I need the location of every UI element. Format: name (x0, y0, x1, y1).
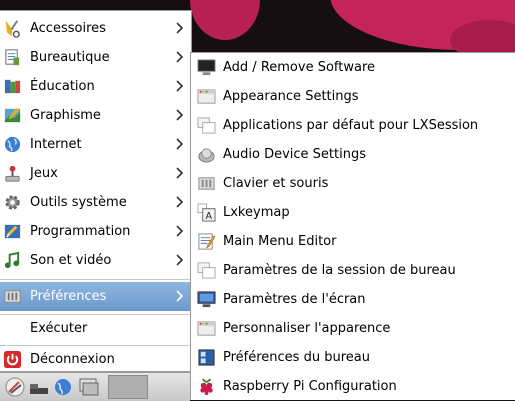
chevron-right-icon (176, 196, 184, 208)
menu-item-sound-video[interactable]: Son et vidéo (0, 246, 191, 275)
games-joystick-icon (5, 165, 20, 182)
education-icon (4, 79, 21, 94)
menu-item-internet[interactable]: Internet (0, 130, 191, 159)
submenu-item-audio-device-settings[interactable]: Audio Device Settings (191, 140, 515, 169)
chevron-right-icon (176, 51, 184, 63)
internet-globe-icon (4, 136, 21, 153)
terminal-icon[interactable] (78, 376, 100, 398)
submenu-item-default-applications[interactable]: Applications par défaut pour LXSession (191, 111, 515, 140)
menu-item-accessories[interactable]: Accessoires (0, 14, 191, 43)
chevron-right-icon (176, 109, 184, 121)
submenu-item-desktop-preferences[interactable]: Préférences du bureau (191, 343, 515, 372)
sound-video-icon (4, 251, 20, 269)
chevron-right-icon (176, 254, 184, 266)
appearance-window-icon (197, 89, 216, 104)
menu-item-logout[interactable]: Déconnexion (0, 345, 191, 374)
customize-appearance-icon (197, 321, 216, 336)
menu-item-preferences[interactable]: Préférences (0, 282, 191, 311)
graphics-icon (4, 107, 21, 123)
main-menu: Accessoires Bureautique Éducation Graphi… (0, 10, 192, 372)
default-apps-window-icon (197, 117, 216, 134)
chevron-right-icon (176, 138, 184, 150)
chevron-right-icon (176, 290, 184, 302)
office-icon (5, 49, 20, 66)
submenu-item-main-menu-editor[interactable]: Main Menu Editor (191, 227, 515, 256)
file-manager-icon[interactable] (28, 376, 50, 398)
programming-icon (4, 224, 21, 239)
chevron-right-icon (176, 167, 184, 179)
menu-separator (0, 279, 191, 280)
audio-device-icon (198, 148, 215, 163)
taskbar (0, 372, 190, 401)
system-tools-gear-icon (5, 195, 20, 210)
chevron-right-icon (176, 80, 184, 92)
submenu-item-appearance-settings[interactable]: Appearance Settings (191, 82, 515, 111)
submenu-item-add-remove-software[interactable]: Add / Remove Software (191, 53, 515, 82)
monitor-icon (197, 59, 216, 76)
menu-item-office[interactable]: Bureautique (0, 43, 191, 72)
desktop-preferences-icon (198, 349, 215, 366)
menu-item-run[interactable]: Exécuter (0, 314, 191, 343)
menu-item-games[interactable]: Jeux (0, 159, 191, 188)
chevron-right-icon (176, 225, 184, 237)
svg-text:A: A (206, 211, 213, 222)
submenu-item-screen-settings[interactable]: Paramètres de l'écran (191, 285, 515, 314)
submenu-item-customize-appearance[interactable]: Personnaliser l'apparence (191, 314, 515, 343)
preferences-submenu: Add / Remove Software Appearance Setting… (190, 52, 515, 400)
display-monitor-icon (197, 291, 216, 308)
menu-editor-icon (198, 233, 216, 250)
web-browser-icon[interactable] (52, 376, 74, 398)
submenu-item-desktop-session-settings[interactable]: Paramètres de la session de bureau (191, 256, 515, 285)
submenu-item-raspberry-pi-configuration[interactable]: Raspberry Pi Configuration (191, 372, 515, 401)
menu-item-graphics[interactable]: Graphisme (0, 101, 191, 130)
menu-item-programming[interactable]: Programmation (0, 217, 191, 246)
keyboard-mouse-icon (198, 177, 215, 190)
session-window-icon (197, 262, 216, 279)
power-icon (3, 350, 22, 369)
raspberry-pi-icon (200, 378, 213, 396)
menu-launcher-icon[interactable] (4, 376, 26, 398)
submenu-item-keyboard-mouse[interactable]: Clavier et souris (191, 169, 515, 198)
taskbar-window-button[interactable] (108, 375, 148, 399)
preferences-icon (4, 290, 21, 303)
keymap-icon: A (197, 203, 216, 222)
chevron-right-icon (176, 22, 184, 34)
menu-item-system-tools[interactable]: Outils système (0, 188, 191, 217)
accessories-icon (5, 20, 20, 38)
submenu-item-lxkeymap[interactable]: A Lxkeymap (191, 198, 515, 227)
menu-item-education[interactable]: Éducation (0, 72, 191, 101)
